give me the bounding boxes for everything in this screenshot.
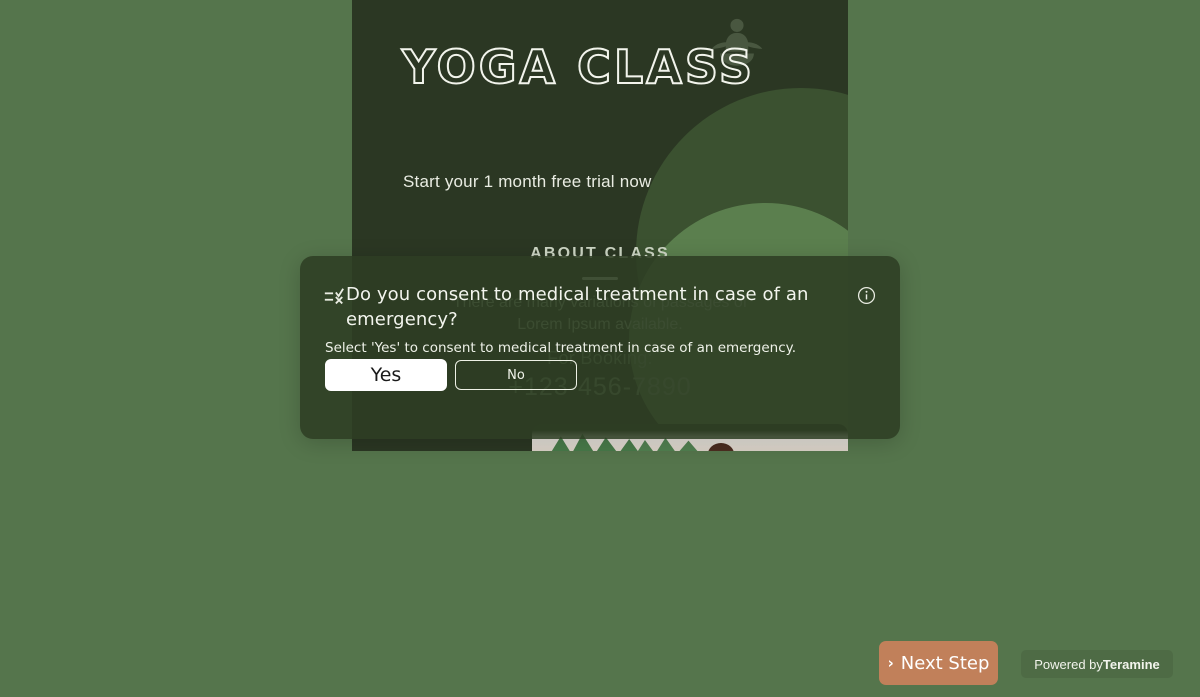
answer-options-group: Yes No xyxy=(325,359,577,391)
next-step-button[interactable]: › Next Step xyxy=(879,641,998,685)
answer-option-yes[interactable]: Yes xyxy=(325,359,447,391)
powered-by-prefix: Powered by xyxy=(1034,656,1103,672)
powered-by-brand: Teramine xyxy=(1102,656,1160,672)
poster-subtitle: Start your 1 month free trial now xyxy=(403,172,652,191)
answer-option-no[interactable]: No xyxy=(455,360,577,390)
chevron-right-icon: › xyxy=(887,653,894,672)
person-silhouette xyxy=(708,443,734,451)
info-circle-icon[interactable] xyxy=(857,286,876,305)
multiple-choice-icon xyxy=(324,288,344,305)
poster-title: YOGA CLASS xyxy=(401,40,756,94)
powered-by-badge[interactable]: Powered by Teramine xyxy=(1021,650,1173,678)
next-step-label: Next Step xyxy=(900,652,990,674)
question-overlay-panel: Do you consent to medical treatment in c… xyxy=(300,256,900,439)
question-help-text: Select 'Yes' to consent to medical treat… xyxy=(325,340,797,356)
question-title: Do you consent to medical treatment in c… xyxy=(346,284,809,330)
